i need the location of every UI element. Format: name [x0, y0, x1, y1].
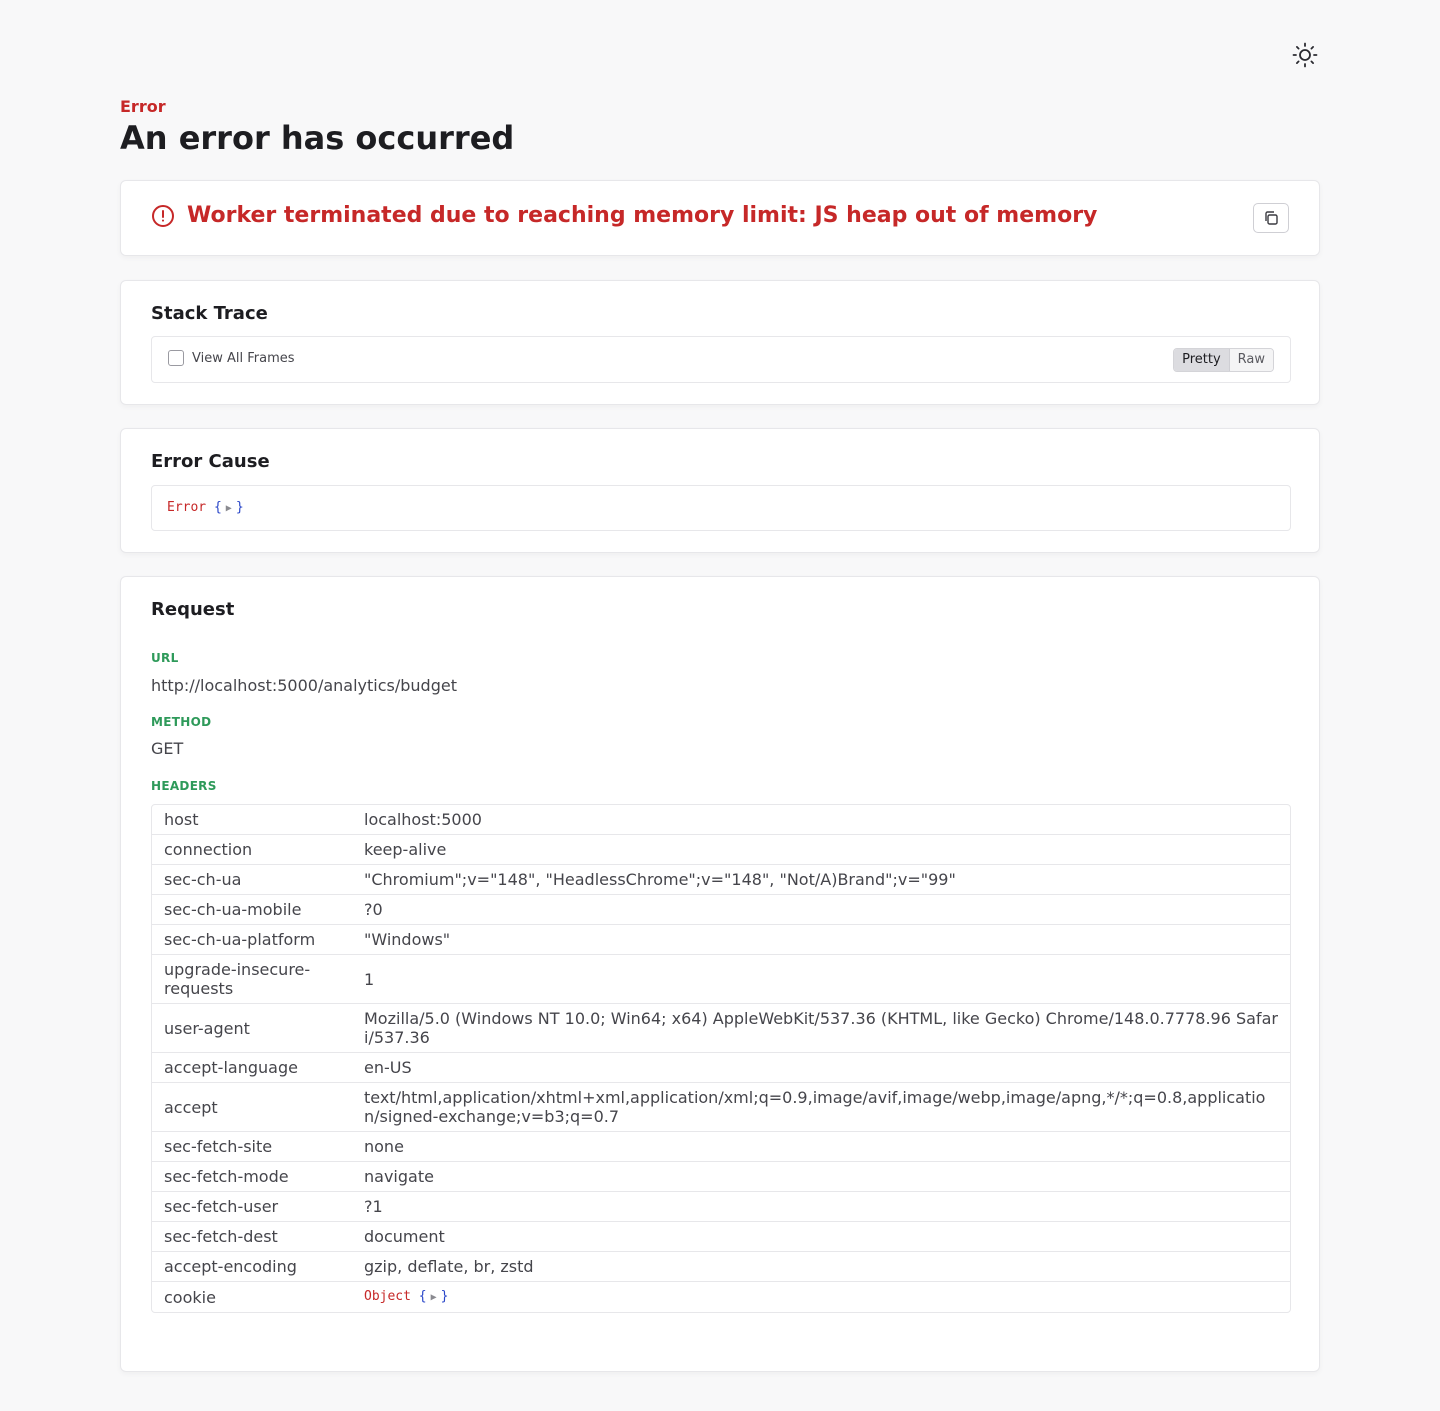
header-key: accept-language	[152, 1053, 352, 1083]
header-key: cookie	[164, 1287, 216, 1307]
header-key: sec-fetch-site	[152, 1132, 352, 1162]
stack-trace-card: Stack Trace View All Frames Pretty Raw	[120, 280, 1320, 405]
header-key: sec-ch-ua-platform	[152, 925, 352, 955]
stack-trace-toolbar: View All Frames Pretty Raw	[151, 336, 1291, 383]
table-row: accept text/html,application/xhtml+xml,ap…	[152, 1083, 1290, 1132]
header-key: sec-fetch-dest	[152, 1222, 352, 1252]
table-row: host localhost:5000	[152, 805, 1290, 835]
view-all-frames-checkbox[interactable]	[168, 350, 184, 366]
header-value: document	[352, 1222, 1290, 1252]
request-title: Request	[151, 599, 235, 620]
theme-toggle-button[interactable]	[1290, 40, 1320, 70]
header-key: sec-ch-ua	[152, 865, 352, 895]
header-value: "Windows"	[352, 925, 1290, 955]
copy-button[interactable]	[1253, 203, 1289, 233]
header-key: accept	[152, 1083, 352, 1132]
table-row: sec-fetch-user ?1	[152, 1192, 1290, 1222]
cookie-inspector: Object { ▶}	[352, 1282, 1290, 1312]
url-value: http://localhost:5000/analytics/budget	[151, 676, 457, 695]
header-value: ?1	[352, 1192, 1290, 1222]
table-row: cookie Object { ▶}	[152, 1282, 1290, 1312]
header-value: gzip, deflate, br, zstd	[352, 1252, 1290, 1282]
method-label: METHOD	[151, 715, 212, 729]
error-eyebrow: Error	[120, 97, 166, 116]
header-value: navigate	[352, 1162, 1290, 1192]
cause-open-brace: {	[213, 500, 222, 515]
request-card: Request URL http://localhost:5000/analyt…	[120, 576, 1320, 1372]
table-row: sec-ch-ua-platform "Windows"	[152, 925, 1290, 955]
header-key: connection	[152, 835, 352, 865]
header-value: en-US	[352, 1053, 1290, 1083]
url-label: URL	[151, 651, 179, 665]
method-value: GET	[151, 739, 184, 758]
cookie-object-name[interactable]: Object	[364, 1289, 411, 1304]
error-page: Error An error has occurred Worker termi…	[0, 0, 1440, 1411]
headers-table: host localhost:5000 connection keep-alive …	[151, 804, 1291, 1313]
header-value: "Chromium";v="148", "HeadlessChrome";v="…	[352, 865, 1290, 895]
header-key: upgrade-insecure-requests	[152, 955, 352, 1004]
header-value: 1	[352, 955, 1290, 1004]
cookie-open-brace: {	[418, 1289, 427, 1304]
header-key: sec-fetch-user	[152, 1192, 352, 1222]
table-row: sec-fetch-site none	[152, 1132, 1290, 1162]
header-value: ?0	[352, 895, 1290, 925]
cookie-close-brace: }	[440, 1289, 449, 1304]
header-value: Mozilla/5.0 (Windows NT 10.0; Win64; x64…	[352, 1004, 1290, 1053]
view-all-frames-toggle[interactable]: View All Frames	[168, 350, 295, 366]
header-key: sec-ch-ua-mobile	[152, 895, 352, 925]
view-all-frames-label: View All Frames	[192, 350, 295, 366]
cause-close-brace: }	[235, 500, 244, 515]
table-row: user-agent Mozilla/5.0 (Windows NT 10.0; …	[152, 1004, 1290, 1053]
page-header: Error An error has occurred	[120, 96, 514, 158]
copy-icon	[1265, 211, 1278, 225]
error-cause-title: Error Cause	[151, 451, 270, 472]
cause-object-name[interactable]: Error	[167, 500, 206, 515]
triangle-right-icon[interactable]: ▶	[226, 503, 232, 514]
page-title: An error has occurred	[120, 119, 515, 157]
error-cause-card: Error Cause Error { ▶}	[120, 428, 1320, 553]
header-key: host	[152, 805, 352, 835]
stack-format-toggle: Pretty Raw	[1173, 348, 1274, 372]
table-row: sec-fetch-mode navigate	[152, 1162, 1290, 1192]
header-value: none	[352, 1132, 1290, 1162]
header-key: sec-fetch-mode	[152, 1162, 352, 1192]
triangle-right-icon[interactable]: ▶	[431, 1292, 437, 1303]
table-row: sec-ch-ua-mobile ?0	[152, 895, 1290, 925]
table-row: accept-language en-US	[152, 1053, 1290, 1083]
stack-trace-title: Stack Trace	[151, 303, 268, 324]
table-row: upgrade-insecure-requests 1	[152, 955, 1290, 1004]
table-row: sec-fetch-dest document	[152, 1222, 1290, 1252]
header-key: accept-encoding	[152, 1252, 352, 1282]
raw-mode-button[interactable]: Raw	[1229, 349, 1273, 371]
headers-label: HEADERS	[151, 779, 217, 793]
table-row: connection keep-alive	[152, 835, 1290, 865]
sun-icon	[1292, 42, 1318, 68]
header-value: keep-alive	[352, 835, 1290, 865]
error-message-card: Worker terminated due to reaching memory…	[120, 180, 1320, 256]
table-row: accept-encoding gzip, deflate, br, zstd	[152, 1252, 1290, 1282]
pretty-mode-button[interactable]: Pretty	[1174, 349, 1230, 371]
header-key: user-agent	[152, 1004, 352, 1053]
header-value: localhost:5000	[352, 805, 1290, 835]
error-cause-inspector: Error { ▶}	[151, 485, 1291, 531]
alert-circle-icon	[152, 205, 174, 227]
table-row: sec-ch-ua "Chromium";v="148", "HeadlessCh…	[152, 865, 1290, 895]
error-message: Worker terminated due to reaching memory…	[187, 203, 1098, 228]
header-value: text/html,application/xhtml+xml,applicat…	[352, 1083, 1290, 1132]
